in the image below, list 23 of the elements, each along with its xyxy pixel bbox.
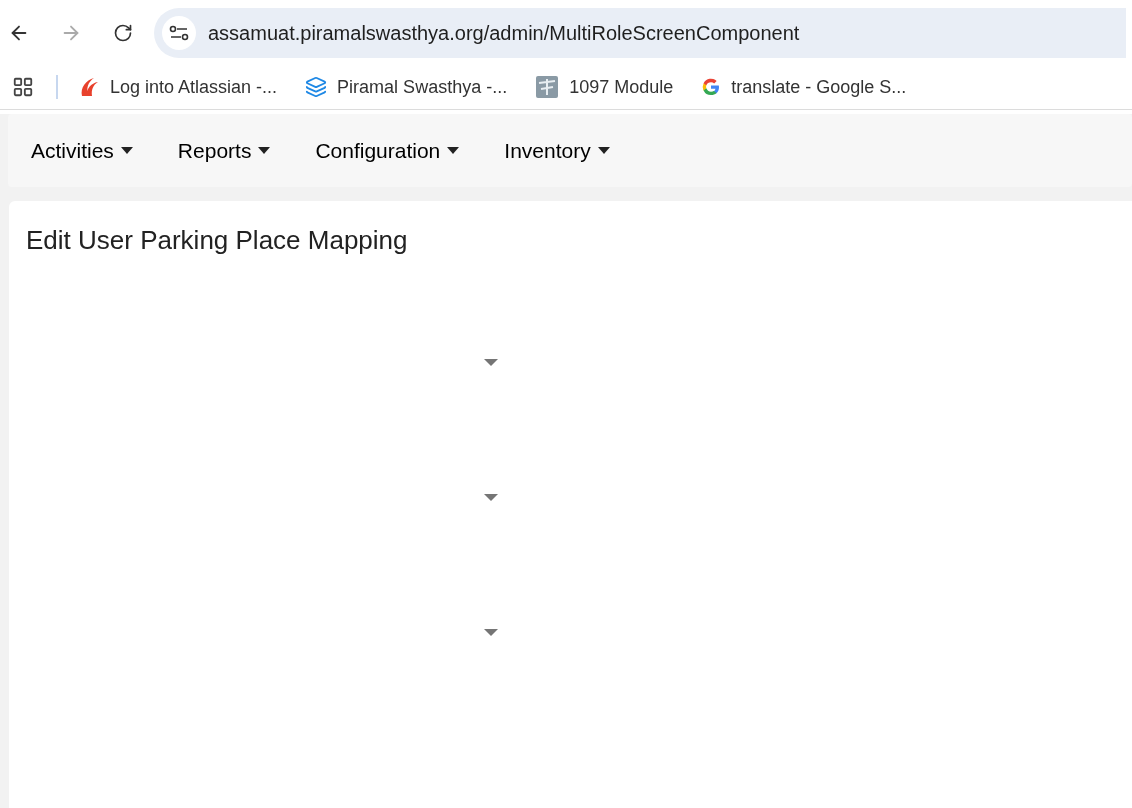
- caret-icon: [120, 147, 133, 154]
- bookmark[interactable]: Piramal Swasthya -...: [305, 73, 508, 101]
- url-text: assamuat.piramalswasthya.org/admin/MultiRoleScreenComponent: [208, 20, 800, 46]
- bookmark[interactable]: 1097 Module: [535, 73, 674, 101]
- nav-menu[interactable]: Inventory: [504, 134, 610, 167]
- bookmark[interactable]: Log into Atlassian -...: [78, 73, 278, 101]
- nav-menu[interactable]: Configuration: [315, 134, 460, 167]
- nav-menu[interactable]: Activities: [31, 134, 133, 167]
- bookmark[interactable]: translate - Google S...: [701, 73, 907, 101]
- caret-icon: [447, 147, 460, 154]
- google-g-icon: [701, 77, 722, 97]
- dropdown-arrow-icon: [484, 628, 498, 636]
- caret-icon: [258, 147, 271, 154]
- site-settings-icon[interactable]: [162, 15, 196, 50]
- caret-icon: [597, 147, 610, 154]
- apps-icon[interactable]: [12, 76, 34, 98]
- layers-icon: [305, 76, 328, 98]
- dropdown-arrow-icon: [484, 493, 498, 501]
- module-icon: [535, 75, 560, 99]
- address-bar[interactable]: assamuat.piramalswasthya.org/admin/MultiRoleScreenComponent: [154, 7, 1126, 58]
- nav-menu[interactable]: Reports: [177, 134, 271, 167]
- dropdown-arrow-icon: [484, 358, 498, 366]
- page-title: Edit User Parking Place Mapping: [26, 224, 409, 257]
